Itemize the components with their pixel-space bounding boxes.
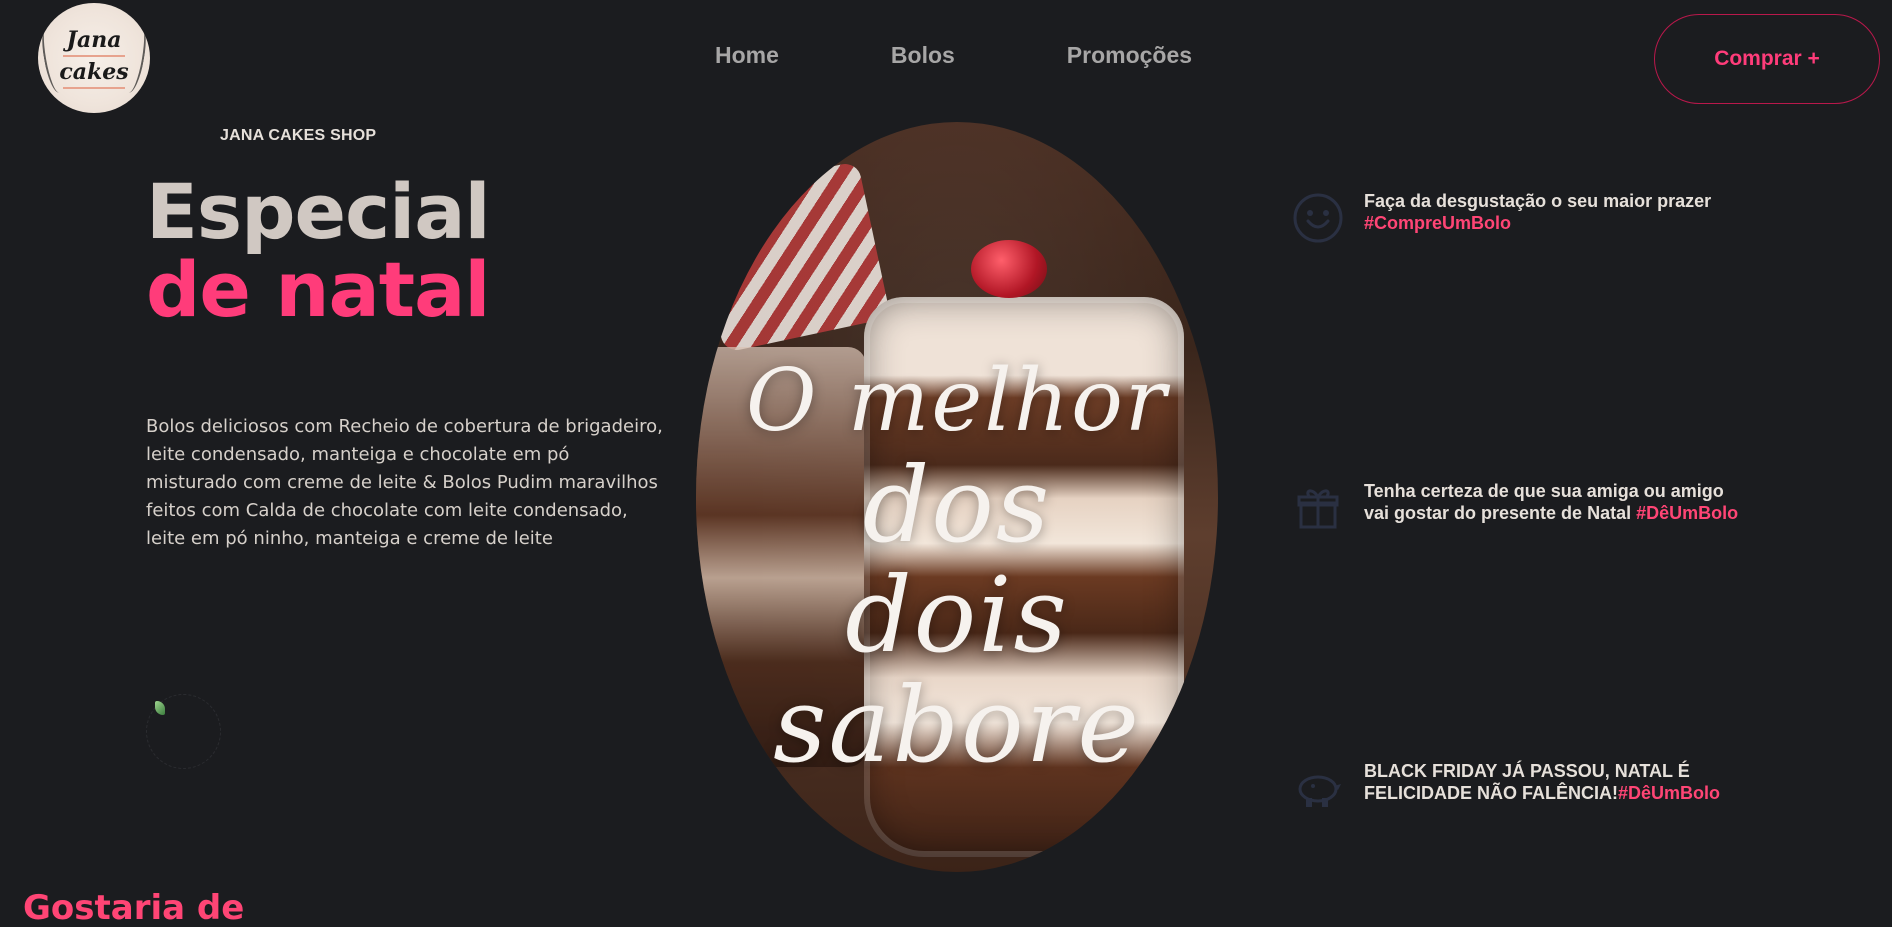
script-line2: dos (862, 444, 1052, 566)
feature-text-line2: vai gostar do presente de Natal (1364, 503, 1632, 523)
feature-text-line2: FELICIDADE NÃO FALÊNCIA! (1364, 783, 1618, 803)
shop-kicker: JANA CAKES SHOP (220, 127, 377, 144)
feature-text-line2-wrapper: vai gostar do presente de Natal #DêUmBol… (1364, 502, 1738, 524)
script-line4: sabore (773, 664, 1141, 786)
feature-item: Tenha certeza de que sua amiga ou amigo … (1290, 480, 1738, 536)
script-line1: O melhor (745, 351, 1169, 451)
feature-item: Faça da desgustação o seu maior prazer #… (1290, 190, 1711, 246)
feature-text: Tenha certeza de que sua amiga ou amigo … (1364, 480, 1738, 524)
feature-hashtag: #DêUmBolo (1618, 783, 1721, 803)
logo-divider-bottom (63, 87, 125, 89)
cherry-topping (971, 240, 1047, 298)
nav-promocoes-link[interactable]: Promoções (1067, 42, 1192, 69)
feature-text-line1: Tenha certeza de que sua amiga ou amigo (1364, 481, 1724, 501)
logo-text-line1: Jana (66, 27, 122, 53)
hero-title-line1: Especial (146, 167, 491, 256)
hero-image-script-text: O melhor dos dois sabore (696, 352, 1218, 780)
logo-divider (63, 55, 125, 57)
nav-home-link[interactable]: Home (715, 42, 779, 69)
page: Jana cakes Home Bolos Promoções Comprar … (0, 0, 1892, 927)
striped-cloth-decoration (696, 161, 891, 353)
comprar-button[interactable]: Comprar + (1654, 14, 1880, 104)
feature-text-line1: BLACK FRIDAY JÁ PASSOU, NATAL É (1364, 761, 1690, 781)
hero-title-line2: de natal (146, 245, 490, 334)
logo-text-line2: cakes (59, 59, 129, 85)
smile-icon (1290, 190, 1346, 246)
script-line3: dois (845, 554, 1069, 676)
section-heading: Gostaria de (23, 888, 245, 927)
jana-cakes-logo[interactable]: Jana cakes (38, 3, 150, 113)
feature-text: BLACK FRIDAY JÁ PASSOU, NATAL É FELICIDA… (1364, 760, 1720, 804)
broken-image-icon (155, 701, 165, 715)
feature-text-line2-wrapper: FELICIDADE NÃO FALÊNCIA!#DêUmBolo (1364, 782, 1720, 804)
feature-hashtag: #DêUmBolo (1636, 503, 1739, 523)
hero-description: Bolos deliciosos com Recheio de cobertur… (146, 416, 663, 549)
feature-item: BLACK FRIDAY JÁ PASSOU, NATAL É FELICIDA… (1290, 760, 1720, 816)
piggy-bank-icon (1290, 760, 1346, 816)
nav-bolos-link[interactable]: Bolos (891, 42, 955, 69)
feature-text-line: Faça da desgustação o seu maior prazer (1364, 191, 1712, 211)
broken-image-placeholder (146, 694, 221, 769)
feature-hashtag: #CompreUmBolo (1364, 213, 1512, 233)
gift-icon (1290, 480, 1346, 536)
hero-cake-image: O melhor dos dois sabore (696, 122, 1218, 872)
main-nav: Home Bolos Promoções (715, 42, 1192, 69)
feature-text: Faça da desgustação o seu maior prazer #… (1364, 190, 1711, 234)
